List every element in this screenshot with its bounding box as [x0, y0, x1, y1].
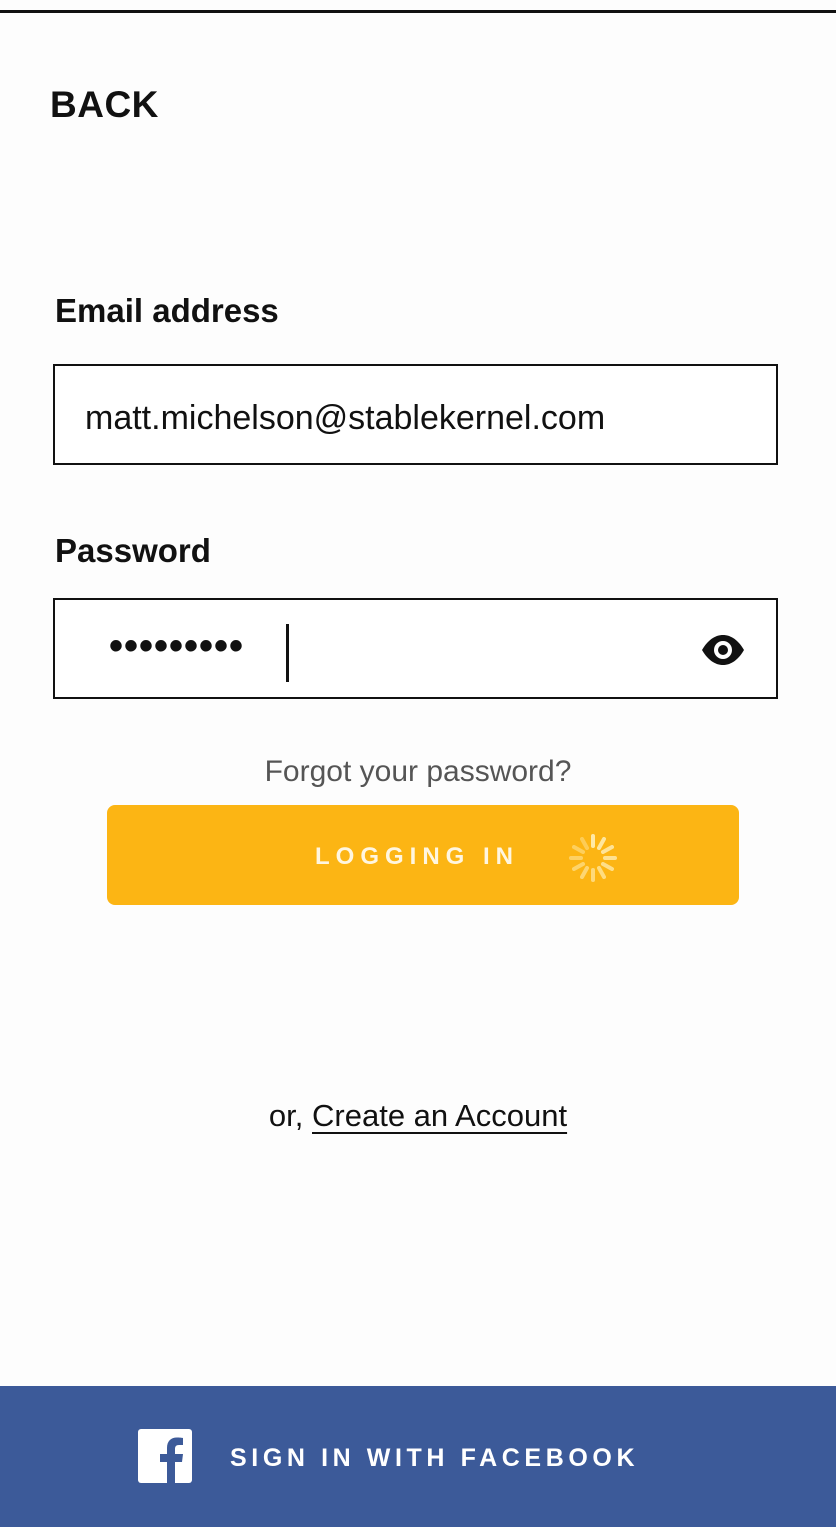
- facebook-button-label: SIGN IN WITH FACEBOOK: [230, 1444, 640, 1472]
- email-field[interactable]: matt.michelson@stablekernel.com: [53, 364, 778, 465]
- email-label: Email address: [55, 292, 279, 329]
- spinner-icon: [569, 834, 617, 882]
- facebook-sign-in-button[interactable]: SIGN IN WITH FACEBOOK: [0, 1386, 836, 1527]
- login-screen: BACK Email address matt.michelson@stable…: [0, 0, 836, 1527]
- email-value: matt.michelson@stablekernel.com: [85, 399, 606, 437]
- create-account-row: or, Create an Account: [0, 1098, 836, 1134]
- create-account-prefix: or,: [268, 1098, 313, 1133]
- text-cursor: [286, 624, 289, 682]
- forgot-password-link[interactable]: Forgot your password?: [0, 755, 836, 789]
- password-mask: •••••••••: [109, 624, 245, 668]
- login-button[interactable]: LOGGING IN: [107, 805, 739, 905]
- create-account-link[interactable]: Create an Account: [312, 1098, 567, 1133]
- top-divider: [0, 10, 836, 13]
- eye-icon[interactable]: [700, 633, 746, 667]
- facebook-icon: [138, 1429, 192, 1483]
- login-button-label: LOGGING IN: [315, 843, 519, 870]
- back-button[interactable]: BACK: [50, 84, 159, 126]
- password-field[interactable]: •••••••••: [53, 598, 778, 699]
- password-label: Password: [55, 532, 211, 569]
